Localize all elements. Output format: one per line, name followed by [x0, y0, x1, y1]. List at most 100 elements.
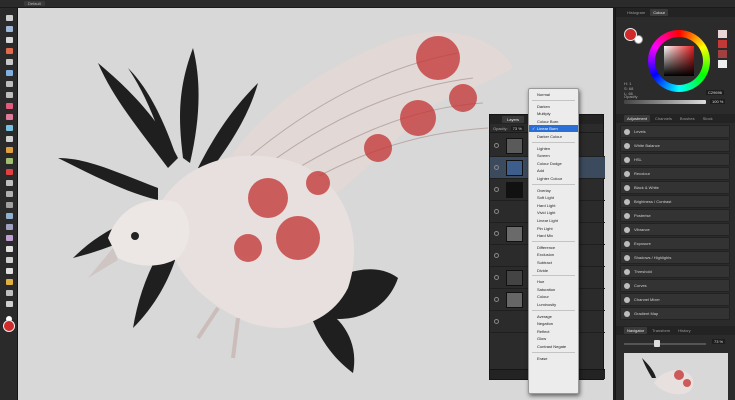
- tool-zoom-icon[interactable]: [4, 289, 14, 297]
- visibility-icon[interactable]: [494, 319, 499, 324]
- tool-fill-icon[interactable]: [4, 124, 14, 132]
- adjustment-item[interactable]: Threshold: [620, 265, 730, 278]
- blend-mode-item[interactable]: Add: [529, 167, 578, 174]
- tool-burn-icon[interactable]: [4, 190, 14, 198]
- blend-mode-item[interactable]: Colour Burn: [529, 118, 578, 125]
- adjustment-item[interactable]: HSL: [620, 153, 730, 166]
- blend-mode-item[interactable]: Luminosity: [529, 301, 578, 308]
- blend-mode-item[interactable]: Multiply: [529, 110, 578, 117]
- tool-dodge-icon[interactable]: [4, 179, 14, 187]
- visibility-icon[interactable]: [494, 231, 499, 236]
- adjustment-item[interactable]: Posterise: [620, 209, 730, 222]
- foreground-color-swatch[interactable]: [3, 320, 15, 332]
- blend-mode-item[interactable]: Lighten: [529, 145, 578, 152]
- tab-colour[interactable]: Colour: [650, 9, 669, 16]
- tool-healing-icon[interactable]: [4, 146, 14, 154]
- blend-mode-item[interactable]: Divide: [529, 267, 578, 274]
- blend-mode-item[interactable]: Saturation: [529, 286, 578, 293]
- tool-sponge-icon[interactable]: [4, 201, 14, 209]
- visibility-icon[interactable]: [494, 187, 499, 192]
- blend-mode-item[interactable]: Glow: [529, 335, 578, 342]
- tab-navigator[interactable]: Navigator: [624, 327, 648, 334]
- tool-pen-icon[interactable]: [4, 245, 14, 253]
- tool-marquee-icon[interactable]: [4, 80, 14, 88]
- blend-mode-item[interactable]: Colour: [529, 293, 578, 300]
- tool-sharpen-icon[interactable]: [4, 223, 14, 231]
- adjustment-item[interactable]: Channel Mixer: [620, 293, 730, 306]
- color-swatch[interactable]: [718, 50, 727, 58]
- blend-mode-item[interactable]: Screen: [529, 152, 578, 159]
- color-opacity-slider[interactable]: [624, 100, 706, 104]
- tool-node-icon[interactable]: [4, 25, 14, 33]
- color-opacity-value[interactable]: 100 %: [710, 99, 726, 104]
- navigator-preview[interactable]: [624, 353, 728, 400]
- tab-stock[interactable]: Stock: [700, 115, 716, 122]
- tool-patch-icon[interactable]: [4, 157, 14, 165]
- adjustment-item[interactable]: Black & White: [620, 181, 730, 194]
- tool-flood-select-icon[interactable]: [4, 69, 14, 77]
- blend-mode-item[interactable]: Negation: [529, 320, 578, 327]
- navigator-zoom-knob[interactable]: [654, 340, 660, 347]
- tool-shape-icon[interactable]: [4, 256, 14, 264]
- color-swatch[interactable]: [718, 30, 727, 38]
- visibility-icon[interactable]: [494, 253, 499, 258]
- tab-layers[interactable]: Layers: [502, 116, 525, 123]
- tool-selection-brush-icon[interactable]: [4, 58, 14, 66]
- tab-history[interactable]: History: [675, 327, 693, 334]
- blend-mode-item[interactable]: Colour Dodge: [529, 160, 578, 167]
- blend-mode-item[interactable]: Lighter Colour: [529, 175, 578, 182]
- navigator-zoom-slider[interactable]: [624, 343, 706, 345]
- tool-clone-icon[interactable]: [4, 135, 14, 143]
- tool-text-icon[interactable]: [4, 267, 14, 275]
- saturation-lightness-square[interactable]: [664, 46, 694, 76]
- visibility-icon[interactable]: [494, 165, 499, 170]
- blend-mode-item[interactable]: Erase: [529, 355, 578, 362]
- context-dropdown[interactable]: Default: [24, 1, 45, 6]
- blend-mode-item[interactable]: Vivid Light: [529, 209, 578, 216]
- blend-mode-item[interactable]: Exclusion: [529, 251, 578, 258]
- tool-view-icon[interactable]: [4, 300, 14, 308]
- visibility-icon[interactable]: [494, 275, 499, 280]
- blend-mode-item[interactable]: Soft Light: [529, 194, 578, 201]
- adjustment-item[interactable]: Levels: [620, 125, 730, 138]
- tab-histogram[interactable]: Histogram: [624, 9, 648, 16]
- primary-color-swatch[interactable]: [624, 28, 637, 41]
- blend-mode-item[interactable]: Difference: [529, 244, 578, 251]
- tab-brushes[interactable]: Brushes: [677, 115, 698, 122]
- adjustment-item[interactable]: Exposure: [620, 237, 730, 250]
- blend-mode-item[interactable]: Hard Light: [529, 202, 578, 209]
- tool-freehand-select-icon[interactable]: [4, 91, 14, 99]
- blend-mode-item[interactable]: Reflect: [529, 328, 578, 335]
- blend-mode-item[interactable]: Linear Light: [529, 217, 578, 224]
- adjustment-item[interactable]: Recolour: [620, 167, 730, 180]
- color-wheel[interactable]: [648, 30, 710, 92]
- tool-crop-icon[interactable]: [4, 36, 14, 44]
- color-swatch[interactable]: [718, 40, 727, 48]
- visibility-icon[interactable]: [494, 143, 499, 148]
- opacity-value-field[interactable]: 73 %: [510, 125, 524, 131]
- adjustment-item[interactable]: Brightness / Contrast: [620, 195, 730, 208]
- tool-color-picker-icon[interactable]: [4, 278, 14, 286]
- hex-field[interactable]: C29696: [706, 90, 725, 95]
- tab-transform[interactable]: Transform: [649, 327, 673, 334]
- blend-mode-item[interactable]: Normal: [529, 91, 578, 98]
- visibility-icon[interactable]: [494, 297, 499, 302]
- adjustment-item[interactable]: White Balance: [620, 139, 730, 152]
- tool-background-erase-icon[interactable]: [4, 113, 14, 121]
- tool-paint-brush-icon[interactable]: [4, 47, 14, 55]
- blend-mode-item[interactable]: Overlay: [529, 187, 578, 194]
- blend-mode-item[interactable]: Pin Light: [529, 225, 578, 232]
- adjustment-item[interactable]: Vibrance: [620, 223, 730, 236]
- tab-channels[interactable]: Channels: [652, 115, 675, 122]
- blend-mode-item[interactable]: Hue: [529, 278, 578, 285]
- blend-mode-item[interactable]: Darker Colour: [529, 133, 578, 140]
- tool-blur-icon[interactable]: [4, 212, 14, 220]
- blend-mode-item[interactable]: Average: [529, 313, 578, 320]
- visibility-icon[interactable]: [494, 209, 499, 214]
- blend-mode-item[interactable]: Linear Burn ✓: [529, 125, 578, 133]
- tool-red-eye-icon[interactable]: [4, 168, 14, 176]
- blend-mode-item[interactable]: Darken: [529, 103, 578, 110]
- adjustment-item[interactable]: Curves: [620, 279, 730, 292]
- color-swatch[interactable]: [718, 60, 727, 68]
- tool-move-icon[interactable]: [4, 14, 14, 22]
